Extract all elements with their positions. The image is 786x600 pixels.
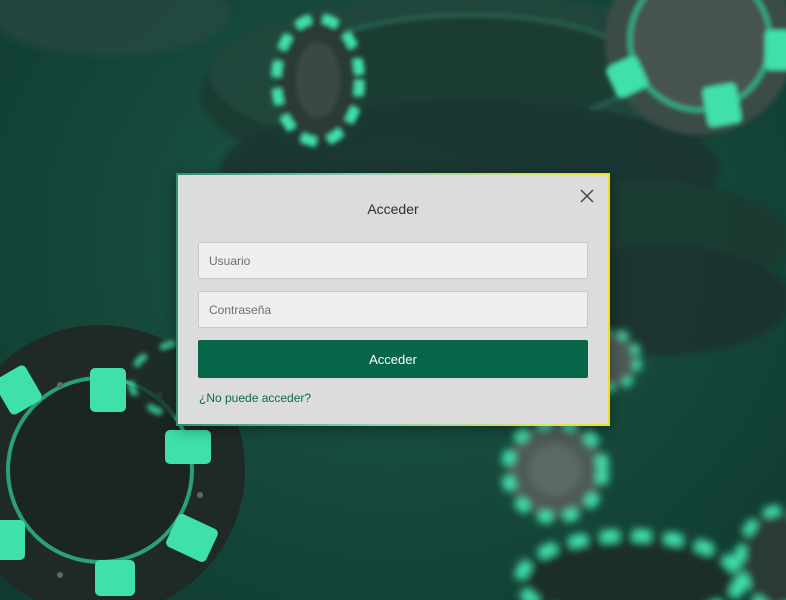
close-icon[interactable]	[578, 187, 596, 205]
login-button[interactable]: Acceder	[198, 340, 588, 378]
dialog-title: Acceder	[367, 201, 419, 217]
password-input[interactable]	[198, 291, 588, 328]
username-input[interactable]	[198, 242, 588, 279]
forgot-access-link[interactable]: ¿No puede acceder?	[199, 391, 311, 405]
login-dialog: Acceder Acceder ¿No puede acceder?	[176, 173, 610, 426]
